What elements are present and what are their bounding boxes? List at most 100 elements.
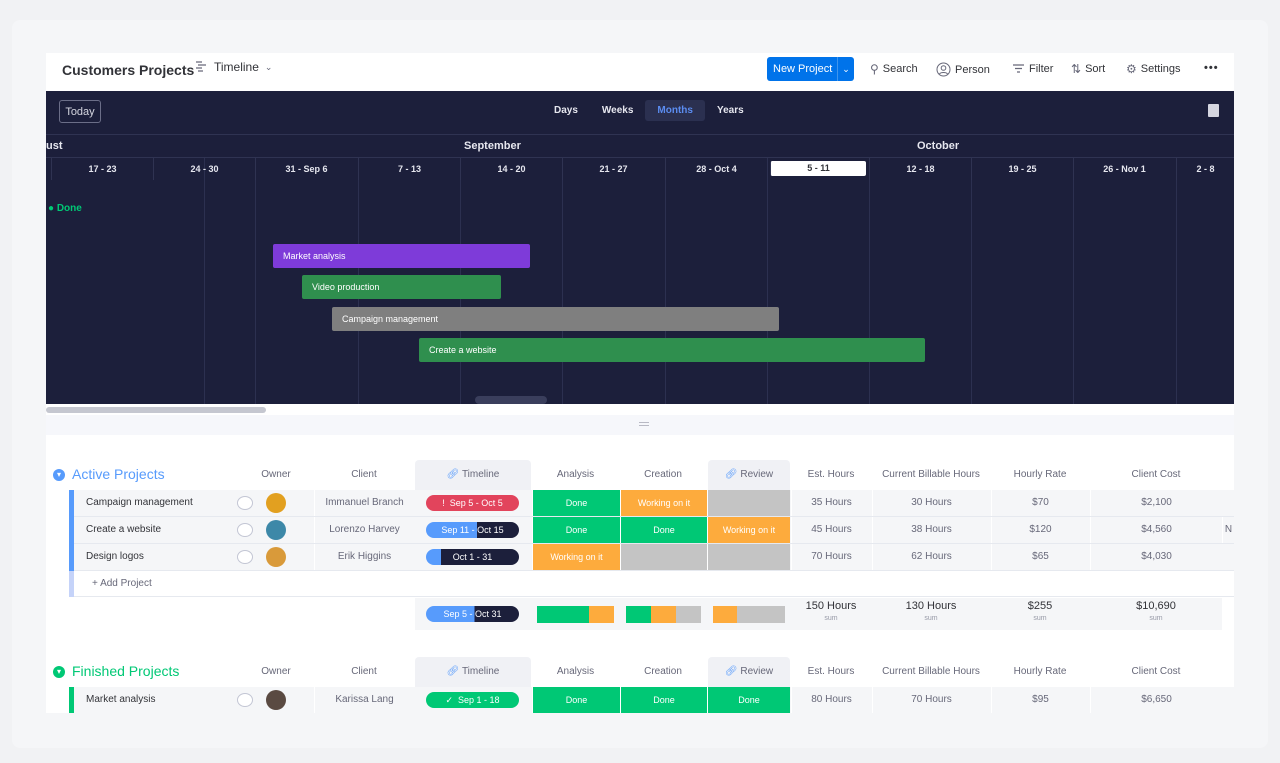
column-header-owner[interactable]: Owner [258,666,294,677]
status-creation[interactable]: Done [620,517,707,543]
item-name[interactable]: Design logos [86,551,144,562]
scale-weeks[interactable]: Weeks [590,100,646,121]
column-header-timeline[interactable]: 🔗︎ Timeline [415,460,531,490]
status-review[interactable]: Done [707,687,790,713]
status-creation[interactable]: Done [620,687,707,713]
client-cell[interactable]: Lorenzo Harvey [314,517,414,543]
status-creation[interactable]: Working on it [620,490,707,516]
comment-icon[interactable] [237,523,253,537]
filter-button[interactable]: Filter [1012,62,1053,75]
add-project-label[interactable]: + Add Project [92,578,152,589]
add-project-row[interactable]: + Add Project [69,571,1234,597]
est-hours-cell[interactable]: 35 Hours [791,490,871,516]
export-icon[interactable] [1208,104,1219,117]
horizontal-scrollbar[interactable] [46,407,266,413]
column-header-analysis[interactable]: Analysis [532,469,619,480]
group-title[interactable]: Finished Projects [72,663,179,679]
client-cost-cell[interactable]: $2,100 [1090,490,1222,516]
billable-hours-cell[interactable]: 38 Hours [872,517,990,543]
billable-hours-cell[interactable]: 30 Hours [872,490,990,516]
panel-resize-handle[interactable] [46,415,1234,435]
timeline-pill[interactable]: Sep 11 - Oct 15 [426,522,519,538]
new-project-button[interactable]: New Project ⌄ [767,57,854,81]
grid-line [869,158,870,404]
status-analysis[interactable]: Done [532,687,620,713]
billable-hours-cell[interactable]: 62 Hours [872,544,990,570]
collapse-group-icon[interactable]: ▾ [53,666,65,678]
avatar[interactable] [266,520,286,540]
est-hours-cell[interactable]: 80 Hours [791,687,871,713]
timeline-bar-market-analysis[interactable]: Market analysis [273,244,530,268]
billable-hours-cell[interactable]: 70 Hours [872,687,990,713]
search-button[interactable]: ⚲ Search [870,62,918,76]
today-button[interactable]: Today [59,100,101,123]
status-review[interactable]: Working on it [707,517,790,543]
column-header-billable-hours[interactable]: Current Billable Hours [872,666,990,677]
column-header-est-hours[interactable]: Est. Hours [791,666,871,677]
client-cell[interactable]: Karissa Lang [314,687,414,713]
chevron-down-icon[interactable]: ⌄ [837,57,854,81]
more-options-button[interactable]: ••• [1204,62,1219,74]
timeline-pill[interactable]: ! Sep 5 - Oct 5 [426,495,519,511]
column-header-est-hours[interactable]: Est. Hours [791,469,871,480]
timeline-bar-campaign-management[interactable]: Campaign management [332,307,779,331]
est-hours-cell[interactable]: 45 Hours [791,517,871,543]
column-header-client-cost[interactable]: Client Cost [1090,666,1222,677]
hourly-rate-cell[interactable]: $95 [991,687,1089,713]
timeline-pill[interactable]: ✓ Sep 1 - 18 [426,692,519,708]
timeline-pill[interactable]: Oct 1 - 31 [426,549,519,565]
timeline-bar-video-production[interactable]: Video production [302,275,501,299]
status-creation[interactable] [620,544,707,570]
collapse-group-icon[interactable]: ▾ [53,469,65,481]
hourly-rate-cell[interactable]: $65 [991,544,1089,570]
status-analysis[interactable]: Done [532,517,620,543]
column-header-creation[interactable]: Creation [620,469,706,480]
avatar[interactable] [266,690,286,710]
person-filter-button[interactable]: Person [936,62,990,77]
column-header-review[interactable]: 🔗︎ Review [708,657,790,687]
column-header-review[interactable]: 🔗︎ Review [708,460,790,490]
comment-icon[interactable] [237,693,253,707]
comment-icon[interactable] [237,496,253,510]
view-switcher[interactable]: Timeline ⌄ [194,60,272,74]
column-header-hourly-rate[interactable]: Hourly Rate [991,469,1089,480]
item-name[interactable]: Market analysis [86,694,155,705]
settings-button[interactable]: ⚙ Settings [1126,62,1181,76]
truncated-cell[interactable]: N [1222,517,1234,543]
timeline-bar-create-a-website[interactable]: Create a website [419,338,925,362]
avatar[interactable] [266,493,286,513]
group-title[interactable]: Active Projects [72,466,165,482]
est-hours-cell[interactable]: 70 Hours [791,544,871,570]
column-header-owner[interactable]: Owner [258,469,294,480]
column-header-hourly-rate[interactable]: Hourly Rate [991,666,1089,677]
scale-years[interactable]: Years [705,100,756,121]
item-name[interactable]: Campaign management [86,497,193,508]
scale-months[interactable]: Months [645,100,705,121]
column-header-client-cost[interactable]: Client Cost [1090,469,1222,480]
client-cost-cell[interactable]: $6,650 [1090,687,1222,713]
client-cell[interactable]: Erik Higgins [314,544,414,570]
hourly-rate-cell[interactable]: $70 [991,490,1089,516]
grid-line [562,158,563,404]
hourly-rate-cell[interactable]: $120 [991,517,1089,543]
sort-button[interactable]: ⇅ Sort [1071,62,1105,76]
column-header-client[interactable]: Client [314,666,414,677]
column-header-timeline[interactable]: 🔗︎ Timeline [415,657,531,687]
column-header-analysis[interactable]: Analysis [532,666,619,677]
status-review[interactable] [707,490,790,516]
column-header-client[interactable]: Client [314,469,414,480]
client-cost-cell[interactable]: $4,560 [1090,517,1222,543]
comment-icon[interactable] [237,550,253,564]
status-analysis[interactable]: Done [532,490,620,516]
scale-days[interactable]: Days [542,100,590,121]
status-review[interactable] [707,544,790,570]
column-header-billable-hours[interactable]: Current Billable Hours [872,469,990,480]
column-header-creation[interactable]: Creation [620,666,706,677]
client-cell[interactable]: Immanuel Branch [314,490,414,516]
client-cost-cell[interactable]: $4,030 [1090,544,1222,570]
status-analysis[interactable]: Working on it [532,544,620,570]
link-icon: 🔗︎ [724,666,738,677]
timeline-minimap-handle[interactable] [475,396,547,404]
item-name[interactable]: Create a website [86,524,161,535]
avatar[interactable] [266,547,286,567]
